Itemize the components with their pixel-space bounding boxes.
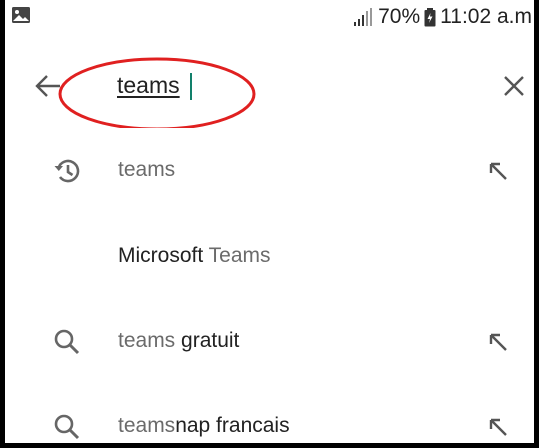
status-bar: 70% 11:02 a.m	[5, 0, 534, 44]
signal-icon	[354, 8, 373, 26]
suggestion-item[interactable]: teams gratuit	[5, 299, 534, 383]
suggestion-text: teams	[118, 158, 176, 181]
search-icon	[54, 329, 80, 355]
suggestion-item[interactable]: teams	[5, 128, 534, 212]
battery-icon	[424, 7, 436, 26]
clock: 11:02 a.m	[440, 5, 532, 28]
suggestion-text: teams gratuit	[118, 329, 240, 352]
arrow-up-left-icon[interactable]	[487, 331, 509, 353]
close-icon[interactable]	[502, 74, 526, 98]
arrow-up-left-icon[interactable]	[487, 160, 509, 182]
search-input[interactable]	[117, 66, 417, 104]
suggestion-item[interactable]: Microsoft Teams	[5, 214, 534, 298]
image-notification-icon	[12, 7, 30, 23]
arrow-up-left-icon[interactable]	[487, 416, 509, 438]
screen: 70% 11:02 a.m teams teams Microsoft Team…	[5, 0, 534, 443]
search-icon	[54, 414, 80, 440]
status-right: 70% 11:02 a.m	[352, 5, 532, 28]
battery-percent: 70%	[378, 5, 421, 28]
search-bar	[5, 44, 534, 131]
suggestion-item[interactable]: teamsnap francais	[5, 384, 534, 443]
suggestion-text: Microsoft Teams	[118, 244, 271, 267]
suggestion-text: teamsnap francais	[118, 414, 290, 437]
text-cursor	[190, 73, 192, 100]
arrow-back-icon[interactable]	[34, 72, 62, 100]
history-icon	[54, 159, 80, 183]
